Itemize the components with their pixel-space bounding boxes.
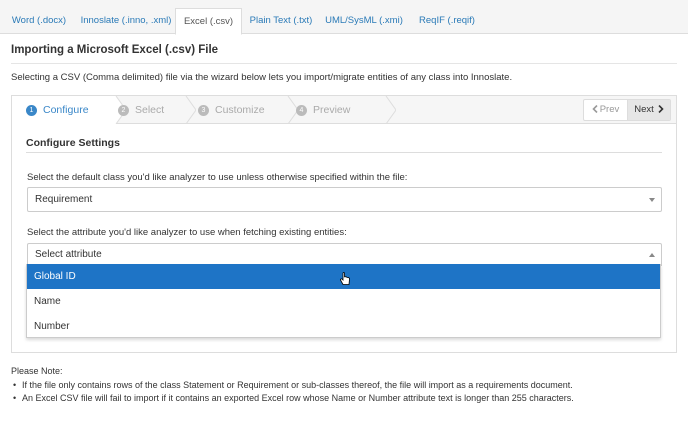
notes-list: If the file only contains rows of the cl…: [11, 379, 681, 404]
caret-down-icon: [649, 198, 655, 202]
default-class-value: Requirement: [35, 194, 93, 205]
caret-up-icon: [649, 253, 655, 257]
wizard-nav: Prev Next: [583, 99, 671, 121]
tab-word[interactable]: Word (.docx): [4, 8, 74, 34]
next-button[interactable]: Next: [627, 100, 670, 120]
fetch-attribute-label: Select the attribute you'd like analyzer…: [27, 227, 347, 238]
option-number[interactable]: Number: [27, 314, 660, 339]
step-separator-icon: [185, 96, 196, 124]
step-configure[interactable]: 1 Configure: [12, 96, 114, 124]
step-label: Customize: [215, 104, 265, 116]
default-class-label: Select the default class you'd like anal…: [27, 172, 408, 183]
step-preview[interactable]: 4 Preview: [296, 96, 386, 124]
prev-label: Prev: [599, 104, 620, 115]
step-number-badge: 3: [198, 105, 209, 116]
hand-cursor-icon: [340, 272, 350, 285]
next-label: Next: [634, 104, 654, 115]
chevron-right-icon: [658, 104, 664, 114]
wizard-steps: 1 Configure 2 Select 3 Customize 4 Preview P…: [12, 96, 676, 124]
step-label: Preview: [313, 104, 351, 116]
settings-title: Configure Settings: [26, 137, 120, 149]
option-name[interactable]: Name: [27, 289, 660, 314]
tab-reqif[interactable]: ReqIF (.reqif): [412, 8, 482, 34]
step-label: Select: [135, 104, 165, 116]
notes-title: Please Note:: [11, 366, 63, 376]
step-number-badge: 4: [296, 105, 307, 116]
tab-excel[interactable]: Excel (.csv): [175, 8, 242, 35]
tab-innoslate[interactable]: Innoslate (.inno, .xml): [76, 8, 176, 34]
tab-uml-sysml[interactable]: UML/SysML (.xmi): [320, 8, 408, 34]
import-format-tabs: Word (.docx) Innoslate (.inno, .xml) Exc…: [0, 0, 688, 35]
default-class-select[interactable]: Requirement: [27, 187, 662, 212]
tab-plain-text[interactable]: Plain Text (.txt): [244, 8, 318, 34]
note-item: An Excel CSV file will fail to import if…: [11, 392, 681, 405]
chevron-left-icon: [592, 104, 598, 114]
note-item: If the file only contains rows of the cl…: [11, 379, 681, 392]
step-number-badge: 2: [118, 105, 129, 116]
prev-button[interactable]: Prev: [584, 100, 627, 120]
step-label: Configure: [43, 104, 89, 116]
step-number-badge: 1: [26, 105, 37, 116]
page-intro: Selecting a CSV (Comma delimited) file v…: [11, 72, 513, 83]
settings-divider: [26, 152, 662, 153]
page-title: Importing a Microsoft Excel (.csv) File: [11, 44, 219, 56]
title-divider: [11, 63, 677, 64]
fetch-attribute-placeholder: Select attribute: [35, 249, 102, 260]
step-customize[interactable]: 3 Customize: [198, 96, 294, 124]
step-separator-icon: [385, 96, 396, 124]
fetch-attribute-select[interactable]: Select attribute: [27, 243, 662, 266]
